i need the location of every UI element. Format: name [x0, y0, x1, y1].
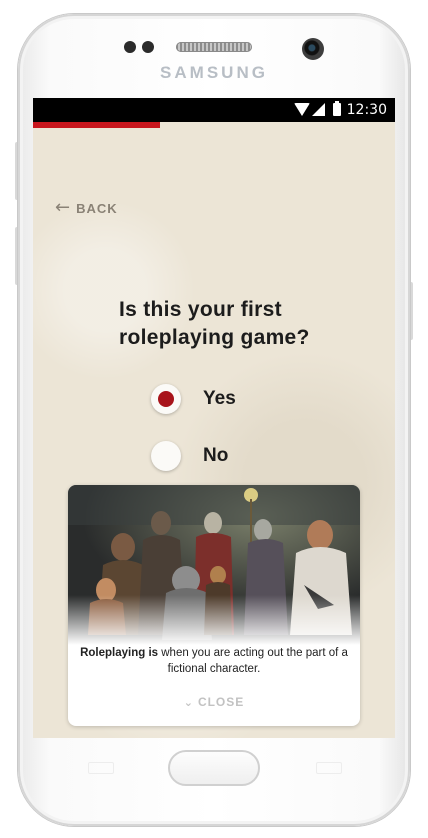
proximity-sensor — [124, 41, 136, 53]
progress-fill — [33, 122, 160, 128]
option-no[interactable]: No — [151, 439, 228, 473]
definition-text: when you are acting out the part of a fi… — [158, 647, 348, 675]
close-button[interactable]: ⌄ CLOSE — [68, 695, 360, 709]
close-label: CLOSE — [197, 695, 245, 709]
question-title: Is this your first roleplaying game? — [119, 298, 310, 349]
light-sensor — [142, 41, 154, 53]
radio-no[interactable] — [151, 441, 181, 471]
arrow-left-icon: ← — [55, 197, 71, 218]
definition-caption: Roleplaying is when you are acting out t… — [68, 645, 360, 677]
earpiece-speaker — [176, 42, 252, 52]
radio-yes[interactable] — [151, 384, 181, 414]
back-button[interactable]: ← BACK — [55, 198, 118, 218]
home-button[interactable] — [168, 750, 260, 786]
option-no-label: No — [203, 445, 229, 466]
brand-logo: SAMSUNG — [160, 63, 268, 82]
front-camera — [302, 38, 324, 60]
signal-icon — [312, 103, 325, 116]
recent-apps-key[interactable] — [88, 762, 114, 774]
status-time: 12:30 — [346, 102, 387, 118]
chevron-down-icon: ⌄ — [183, 696, 194, 709]
definition-term: Roleplaying is — [80, 647, 159, 659]
back-key[interactable] — [316, 762, 342, 774]
battery-icon — [333, 101, 341, 116]
fantasy-heroes-illustration — [68, 485, 360, 645]
info-card: Roleplaying is when you are acting out t… — [68, 485, 360, 726]
back-label: BACK — [76, 200, 118, 216]
app-screen: 12:30 ← BACK Is this your first roleplay… — [33, 98, 395, 738]
wifi-icon — [294, 103, 310, 116]
progress-bar — [33, 122, 395, 128]
option-yes-label: Yes — [203, 388, 236, 409]
status-bar: 12:30 — [33, 98, 395, 122]
option-yes[interactable]: Yes — [151, 382, 236, 416]
